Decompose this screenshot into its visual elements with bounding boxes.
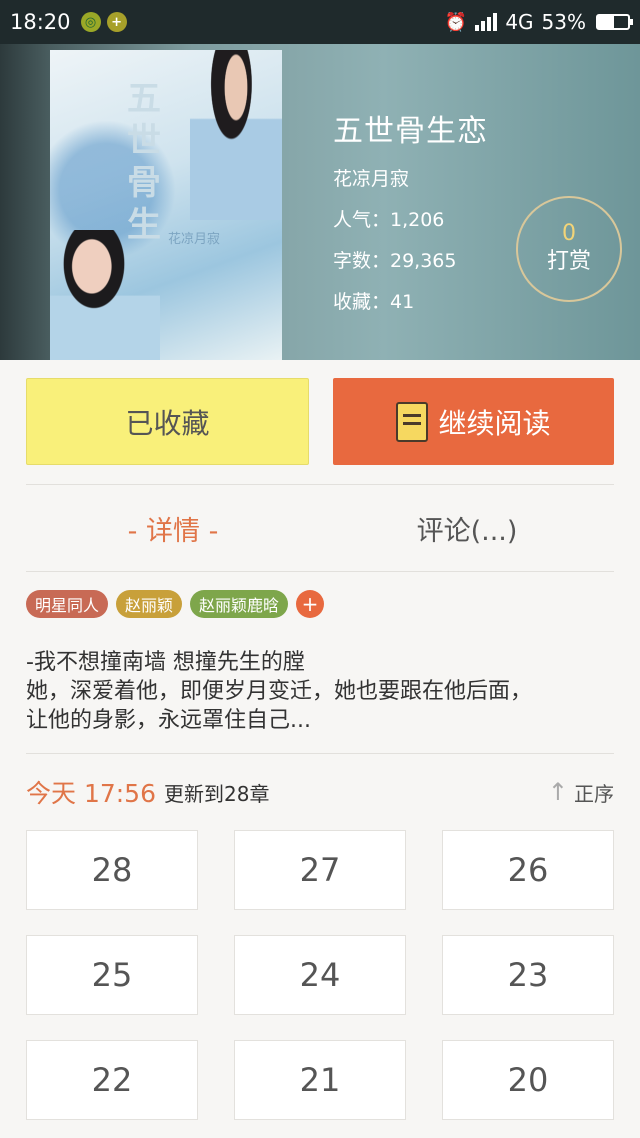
chapter-button[interactable]: 20 [442,1040,614,1120]
tag-item[interactable]: 赵丽颖鹿晗 [190,590,289,618]
update-time: 今天 17:56 [26,779,156,808]
book-description[interactable]: -我不想撞南墙 想撞先生的膛 她，深爱着他，即便岁月变迁，她也要跟在他后面， 让… [26,648,616,735]
divider-top [26,484,614,485]
book-info: 五世骨生恋 花凉月寂 人气：1,206 字数：29,365 收藏：41 [333,106,488,328]
tag-item[interactable]: 明星同人 [26,590,109,618]
battery-icon [596,14,633,30]
plus-notification-icon: + [106,12,127,32]
book-author[interactable]: 花凉月寂 [333,164,488,191]
book-favorites: 收藏：41 [333,291,415,313]
chapter-button[interactable]: 25 [26,935,198,1015]
tab-detail[interactable]: - 详情 - [26,500,320,556]
status-left: 18:20 ◎ + [10,10,127,34]
divider-tabs [26,571,614,572]
chapter-button[interactable]: 26 [442,830,614,910]
update-status: 更新到28章 [164,781,270,806]
alarm-icon: ⏰ [444,11,468,33]
signal-icon [475,13,498,31]
description-line: 她，深爱着他，即便岁月变迁，她也要跟在他后面， [26,679,533,704]
continue-reading-label: 继续阅读 [438,406,551,440]
chapter-button[interactable]: 27 [234,830,406,910]
book-icon [396,401,429,442]
status-right: ⏰ 4G 53% [444,10,633,34]
status-bar: 18:20 ◎ + ⏰ 4G 53% [0,0,640,44]
book-popularity: 人气：1,206 [333,209,445,231]
chapter-button[interactable]: 21 [234,1040,406,1120]
chapter-button[interactable]: 23 [442,935,614,1015]
status-time: 18:20 [10,10,71,34]
cover-art-figure-female [50,230,160,360]
chapter-button[interactable]: 24 [234,935,406,1015]
book-title: 五世骨生恋 [333,114,488,149]
divider-description [26,753,614,754]
book-word-count: 字数：29,365 [333,250,457,272]
update-row: 今天 17:56 更新到28章 ↑ 正序 [26,774,614,810]
sort-label: 正序 [574,781,614,806]
tip-button[interactable]: 0 打赏 [516,196,622,302]
add-tag-button[interactable]: + [296,590,325,618]
tag-list: 明星同人 赵丽颖 赵丽颖鹿晗 + [26,590,325,618]
continue-reading-button[interactable]: 继续阅读 [333,378,614,465]
network-type: 4G [505,10,534,34]
arrow-up-icon: ↑ [547,778,568,806]
tab-comments[interactable]: 评论(...) [320,500,614,556]
sort-order-button[interactable]: ↑ 正序 [548,778,614,807]
tip-count: 0 [562,221,576,246]
description-line: 让他的身影，永远罩住自己... [26,708,311,733]
battery-percent: 53% [541,10,586,34]
tag-item[interactable]: 赵丽颖 [116,590,183,618]
cover-art-figure-male [190,50,282,220]
cover-signature: 花凉月寂 [168,232,221,247]
book-cover[interactable]: 五世骨生 花凉月寂 [50,50,282,360]
description-line: -我不想撞南墙 想撞先生的膛 [26,650,305,675]
chapter-button[interactable]: 28 [26,830,198,910]
app-notification-icon: ◎ [80,12,101,32]
chapter-button[interactable]: 22 [26,1040,198,1120]
tip-label: 打赏 [546,249,591,274]
collected-button[interactable]: 已收藏 [26,378,309,465]
book-header: 五世骨生 花凉月寂 五世骨生恋 花凉月寂 人气：1,206 字数：29,365 … [0,44,640,360]
collected-label: 已收藏 [125,406,210,440]
cover-title-art: 五世骨生 [127,79,161,245]
